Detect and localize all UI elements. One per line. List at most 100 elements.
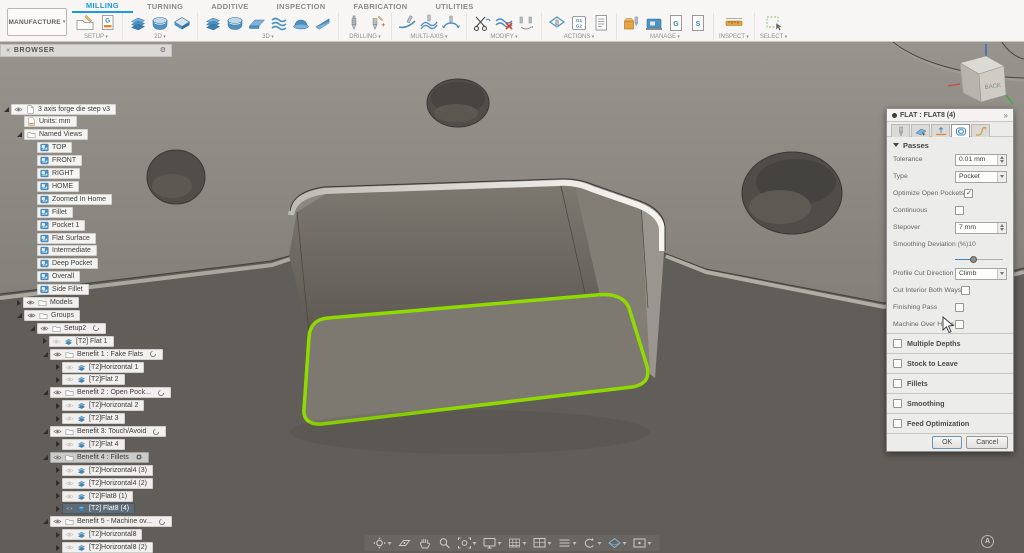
setup-sheet-icon[interactable]	[591, 14, 611, 32]
dialog-tab-tool[interactable]	[891, 124, 910, 137]
eye-icon[interactable]	[65, 363, 74, 372]
pocket-clearing-icon[interactable]	[150, 14, 170, 32]
ok-button[interactable]: OK	[932, 436, 962, 449]
ribbon-tab-milling[interactable]: MILLING	[72, 0, 133, 13]
ribbon-group-label[interactable]: 3D ▾	[262, 34, 274, 40]
collapsed-section-multiple-depths[interactable]: Multiple Depths	[887, 333, 1013, 353]
chevron-collapsed-icon[interactable]	[56, 493, 60, 499]
eye-icon[interactable]	[14, 105, 23, 114]
tree-item[interactable]: Side Fillet	[37, 284, 89, 295]
chevron-collapsed-icon[interactable]	[43, 338, 47, 344]
post-process-icon[interactable]: G1G2	[569, 14, 589, 32]
chevron-collapsed-icon[interactable]	[56, 532, 60, 538]
tree-item[interactable]: Benefit 5 - Machine ov...	[50, 516, 172, 527]
tree-item[interactable]: [T2]Horizontal8 (2)	[62, 542, 153, 553]
tree-item[interactable]: Overall	[37, 271, 80, 282]
eye-icon[interactable]	[65, 401, 74, 410]
tree-item[interactable]: [T2]Horizontal4 (2)	[62, 478, 153, 489]
tree-item[interactable]: [T2]Flat8 (1)	[62, 491, 133, 502]
tree-item[interactable]: Benefit 1 : Fake Flats	[50, 349, 163, 360]
navbar-display-settings[interactable]	[483, 537, 502, 549]
chevron-expanded-icon[interactable]	[4, 107, 9, 112]
template-library-icon[interactable]: S	[688, 14, 708, 32]
ribbon-group-label[interactable]: MULTI-AXIS ▾	[410, 34, 447, 40]
stepover-input[interactable]: 7 mm	[955, 222, 1007, 234]
collapse-panel-icon[interactable]: «	[6, 47, 10, 54]
ribbon-group-label[interactable]: DRILLING ▾	[349, 34, 381, 40]
hole-left-partial[interactable]	[147, 150, 205, 204]
tree-item[interactable]: Fillet	[37, 207, 73, 218]
chevron-collapsed-icon[interactable]	[56, 441, 60, 447]
tree-item[interactable]: [T2]Flat 2	[62, 374, 125, 385]
ribbon-group-label[interactable]: MODIFY ▾	[490, 34, 517, 40]
ribbon-group-label[interactable]: INSPECT ▾	[719, 34, 749, 40]
chevron-expanded-icon[interactable]	[17, 313, 22, 318]
eye-icon[interactable]	[65, 440, 74, 449]
tree-item[interactable]: [T2]Horizontal 1	[62, 362, 144, 373]
flat-icon[interactable]	[247, 14, 267, 32]
ribbon-tab-additive[interactable]: ADDITIVE	[197, 0, 262, 13]
dialog-tab-heights[interactable]	[931, 124, 950, 137]
eye-icon[interactable]	[65, 492, 74, 501]
cut-interior-both-ways-checkbox[interactable]	[961, 286, 970, 295]
chevron-expanded-icon[interactable]	[43, 390, 48, 395]
tree-item[interactable]: 3 axis forge die step v3	[11, 104, 116, 115]
adaptive-clearing-icon[interactable]	[128, 14, 148, 32]
ribbon-group-label[interactable]: ACTIONS ▾	[564, 34, 595, 40]
eye-icon[interactable]	[65, 414, 74, 423]
chevron-down-icon[interactable]	[598, 542, 602, 545]
eye-icon[interactable]	[65, 466, 74, 475]
chevron-collapsed-icon[interactable]	[56, 545, 60, 551]
chevron-expanded-icon[interactable]	[43, 429, 48, 434]
tap-icon[interactable]: +	[366, 14, 386, 32]
cancel-button[interactable]: Cancel	[966, 436, 1008, 449]
drill-icon[interactable]	[344, 14, 364, 32]
tolerance-input[interactable]: 0.01 mm	[955, 154, 1007, 166]
section-checkbox[interactable]	[893, 379, 902, 388]
machine-library-icon[interactable]	[644, 14, 664, 32]
chevron-collapsed-icon[interactable]	[56, 403, 60, 409]
tree-item[interactable]: TOP	[37, 142, 72, 153]
navbar-orbit[interactable]	[373, 537, 392, 549]
navbar-visual-style[interactable]	[558, 537, 577, 549]
eye-icon[interactable]	[52, 337, 61, 346]
tree-item[interactable]: [T2]Horizontal 2	[62, 400, 144, 411]
tree-item[interactable]: Named Views	[24, 129, 88, 140]
eye-icon[interactable]	[53, 427, 62, 436]
tree-item[interactable]: HOME	[37, 181, 79, 192]
dialog-header[interactable]: FLAT : FLAT8 (4) »	[887, 109, 1013, 122]
flow-icon[interactable]	[419, 14, 439, 32]
chevron-expanded-icon[interactable]	[17, 132, 22, 137]
tree-item[interactable]: Intermediate	[37, 245, 97, 256]
tree-item[interactable]: Groups	[24, 310, 80, 321]
spinner-down-icon[interactable]	[1000, 228, 1004, 231]
eye-icon[interactable]	[53, 453, 62, 462]
navbar-zoom[interactable]	[438, 537, 452, 549]
tree-item[interactable]: Units: mm	[24, 116, 77, 127]
navbar-grid[interactable]	[508, 537, 527, 549]
ribbon-group-label[interactable]: MANAGE ▾	[650, 34, 680, 40]
machine-over-holes-checkbox[interactable]	[955, 320, 964, 329]
chevron-down-icon[interactable]	[623, 542, 627, 545]
chevron-down-icon[interactable]	[523, 542, 527, 545]
section-checkbox[interactable]	[893, 399, 902, 408]
chevron-collapsed-icon[interactable]	[17, 300, 21, 306]
tree-item[interactable]: [T2]Flat 4	[62, 439, 125, 450]
tree-item[interactable]: Benefit 3: Touch/Avoid	[50, 426, 166, 437]
navbar-pan[interactable]	[418, 537, 432, 549]
navbar-camera[interactable]	[583, 537, 602, 549]
parallel-icon[interactable]	[269, 14, 289, 32]
chevron-collapsed-icon[interactable]	[56, 506, 60, 512]
chevron-down-icon[interactable]	[573, 542, 577, 545]
hole-center[interactable]	[427, 79, 489, 127]
chevron-expanded-icon[interactable]	[43, 455, 48, 460]
collapsed-section-smoothing[interactable]: Smoothing	[887, 393, 1013, 413]
pocket-clearing-icon[interactable]	[225, 14, 245, 32]
eye-icon[interactable]	[53, 517, 62, 526]
chevron-collapsed-icon[interactable]	[56, 364, 60, 370]
finishing-pass-checkbox[interactable]	[955, 303, 964, 312]
workspace-switcher[interactable]: MANUFACTURE ▾	[7, 8, 67, 36]
chevron-down-icon[interactable]	[648, 542, 652, 545]
tree-item[interactable]: FRONT	[37, 155, 82, 166]
tree-item[interactable]: Models	[23, 297, 79, 308]
